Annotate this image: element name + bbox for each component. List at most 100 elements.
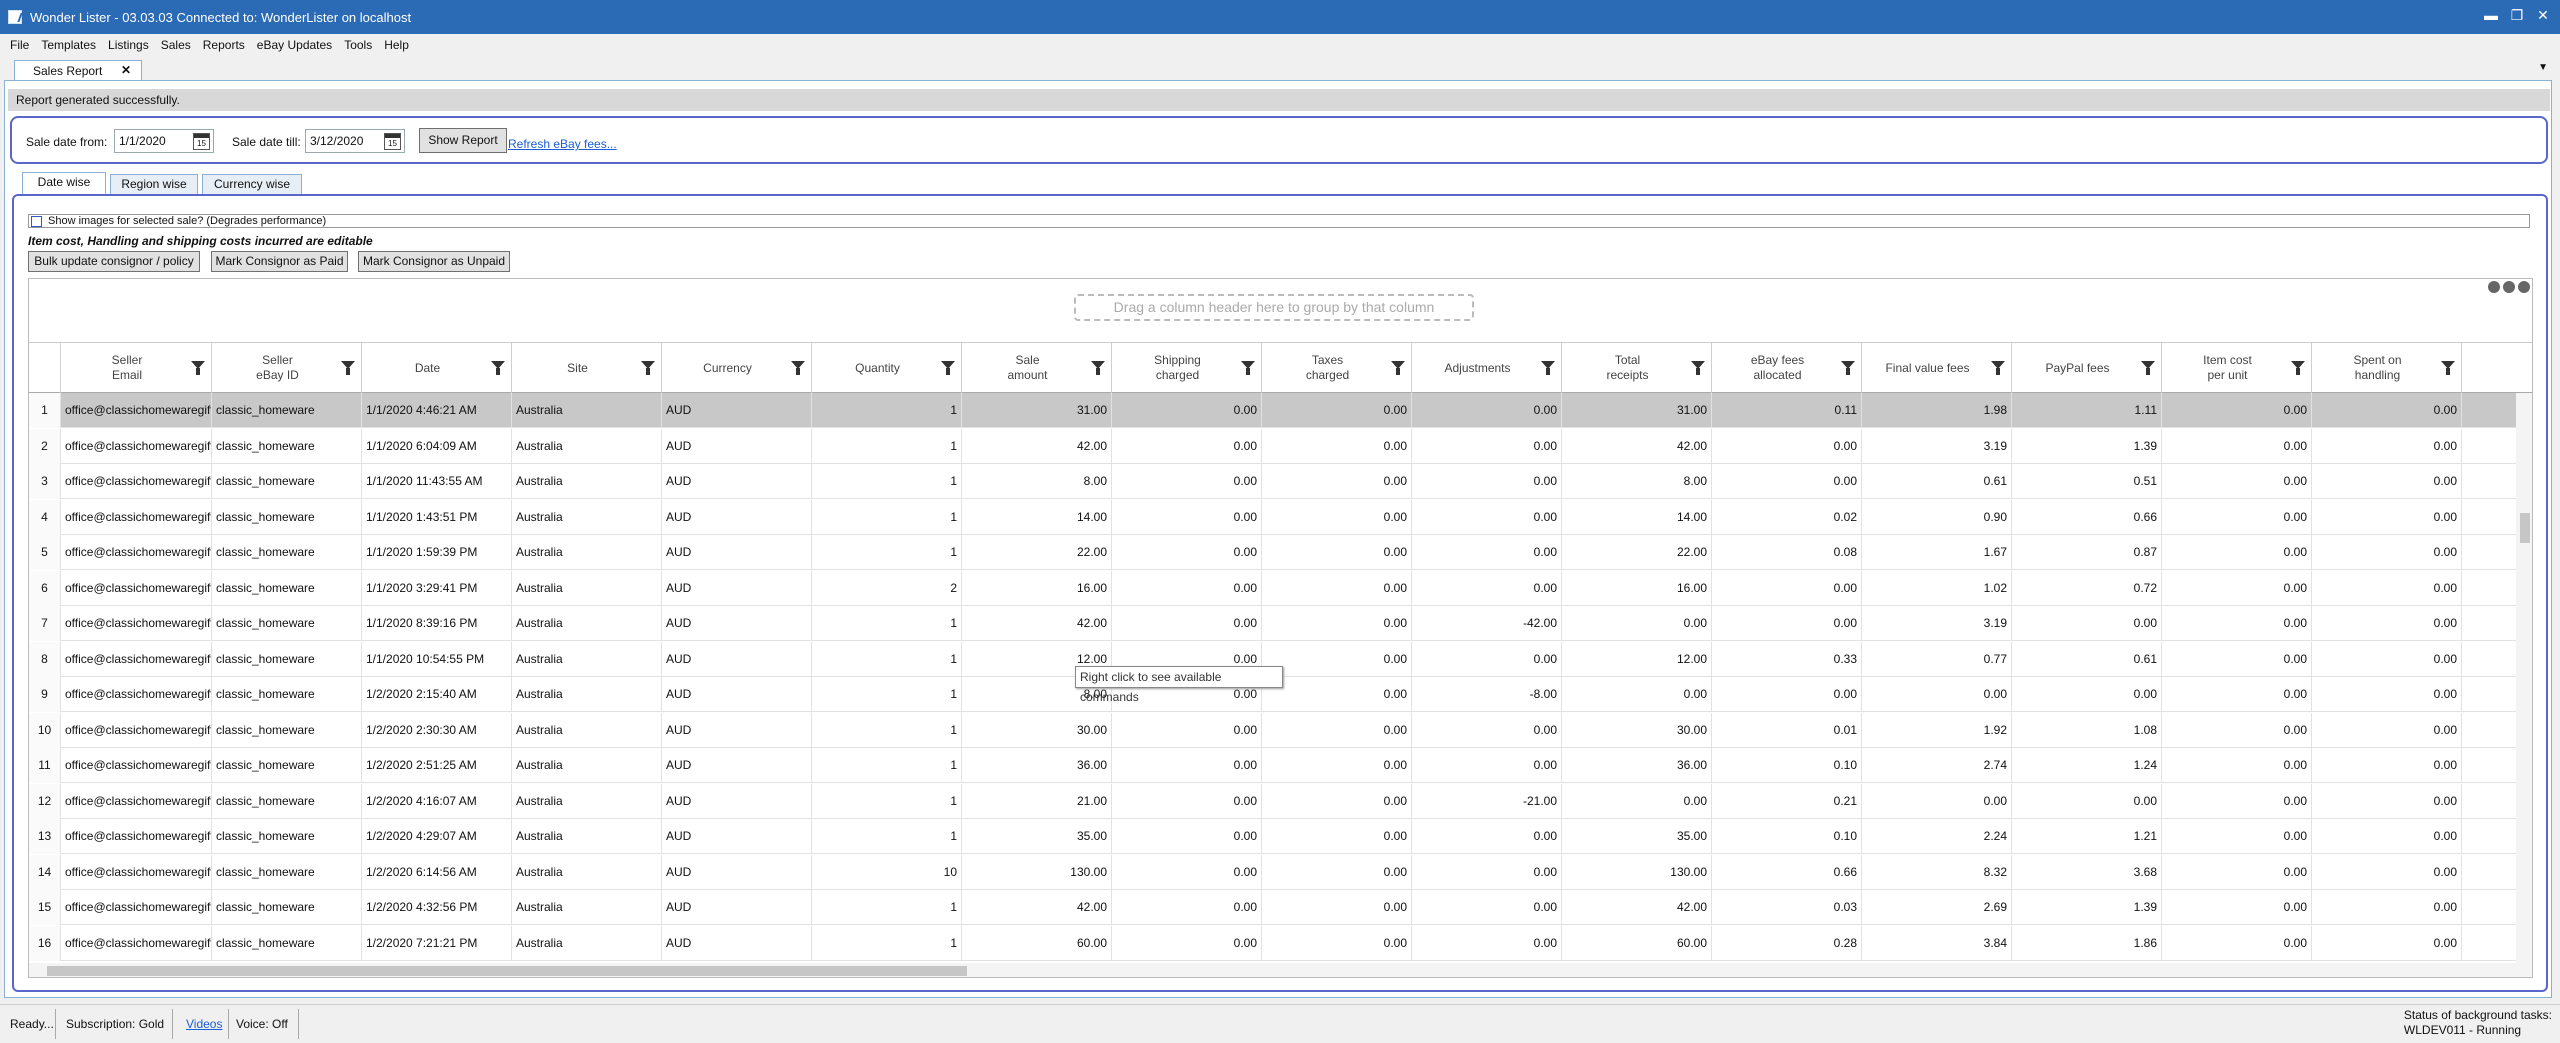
filter-icon[interactable] [941, 361, 955, 375]
cell-item-cost-per-unit[interactable]: 0.00 [2162, 570, 2312, 606]
menu-listings[interactable]: Listings [102, 34, 155, 56]
cell-spent-on-handling[interactable]: 0.00 [2312, 428, 2462, 464]
cell-item-cost-per-unit[interactable]: 0.00 [2162, 464, 2312, 499]
menu-templates[interactable]: Templates [35, 34, 102, 56]
tab-list-dropdown-icon[interactable]: ▼ [2538, 62, 2548, 73]
header-paypal-fees[interactable]: PayPal fees [2012, 343, 2162, 393]
cell-item-cost-per-unit[interactable]: 0.00 [2162, 499, 2312, 535]
header-ebay-fees-allocated[interactable]: eBay fees allocated [1712, 343, 1862, 393]
vertical-scrollbar[interactable] [2516, 393, 2532, 963]
table-row[interactable]: 11 office@classichomewaregift classic_home… [29, 748, 2517, 783]
filter-icon[interactable] [2291, 361, 2305, 375]
calendar-icon[interactable]: 15 [193, 133, 210, 150]
mark-consignor-unpaid-button[interactable]: Mark Consignor as Unpaid [358, 251, 510, 272]
horizontal-scroll-thumb[interactable] [47, 966, 967, 976]
cell-item-cost-per-unit[interactable]: 0.00 [2162, 854, 2312, 890]
show-images-checkbox[interactable] [31, 216, 42, 227]
header-quantity[interactable]: Quantity [812, 343, 962, 393]
horizontal-scrollbar[interactable] [29, 963, 2532, 977]
tab-date-wise[interactable]: Date wise [22, 172, 106, 194]
cell-spent-on-handling[interactable]: 0.00 [2312, 570, 2462, 606]
menu-file[interactable]: File [4, 34, 35, 56]
cell-spent-on-handling[interactable]: 0.00 [2312, 890, 2462, 925]
table-row[interactable]: 4 office@classichomewaregift classic_homew… [29, 499, 2517, 535]
menu-reports[interactable]: Reports [197, 34, 251, 56]
cell-item-cost-per-unit[interactable]: 0.00 [2162, 890, 2312, 925]
show-report-button[interactable]: Show Report [419, 128, 507, 153]
header-spent-on-handling[interactable]: Spent on handling [2312, 343, 2462, 393]
table-row[interactable]: 5 office@classichomewaregift classic_homew… [29, 535, 2517, 570]
filter-icon[interactable] [1691, 361, 1705, 375]
cell-spent-on-handling[interactable]: 0.00 [2312, 499, 2462, 535]
menu-sales[interactable]: Sales [155, 34, 197, 56]
table-row[interactable]: 12 office@classichomewaregift classic_home… [29, 783, 2517, 819]
date-from-field[interactable]: 1/1/2020 15 [114, 129, 214, 153]
restore-icon[interactable]: ❐ [2508, 6, 2526, 24]
header-adjustments[interactable]: Adjustments [1412, 343, 1562, 393]
filter-icon[interactable] [1841, 361, 1855, 375]
table-row[interactable]: 15 office@classichomewaregift classic_home… [29, 890, 2517, 925]
videos-link[interactable]: Videos [186, 1017, 222, 1031]
header-taxes-charged[interactable]: Taxes charged [1262, 343, 1412, 393]
header-final-value-fees[interactable]: Final value fees [1862, 343, 2012, 393]
cell-item-cost-per-unit[interactable]: 0.00 [2162, 677, 2312, 712]
header-seller-ebay-id[interactable]: Seller eBay ID [212, 343, 362, 393]
header-total-receipts[interactable]: Total receipts [1562, 343, 1712, 393]
cell-item-cost-per-unit[interactable]: 0.00 [2162, 925, 2312, 961]
filter-icon[interactable] [1391, 361, 1405, 375]
cell-spent-on-handling[interactable]: 0.00 [2312, 606, 2462, 641]
filter-icon[interactable] [1991, 361, 2005, 375]
tab-currency-wise[interactable]: Currency wise [202, 174, 302, 194]
header-date[interactable]: Date [362, 343, 512, 393]
cell-spent-on-handling[interactable]: 0.00 [2312, 464, 2462, 499]
table-row[interactable]: 3 office@classichomewaregift classic_homew… [29, 464, 2517, 499]
cell-spent-on-handling[interactable]: 0.00 [2312, 677, 2462, 712]
cell-spent-on-handling[interactable]: 0.00 [2312, 393, 2462, 428]
group-by-area[interactable]: Drag a column header here to group by th… [29, 279, 2532, 343]
calendar-icon[interactable]: 15 [384, 133, 401, 150]
date-till-field[interactable]: 3/12/2020 15 [305, 129, 405, 153]
header-seller-email[interactable]: Seller Email [61, 343, 212, 393]
filter-icon[interactable] [341, 361, 355, 375]
table-row[interactable]: 7 office@classichomewaregift classic_homew… [29, 606, 2517, 641]
cell-item-cost-per-unit[interactable]: 0.00 [2162, 819, 2312, 854]
cell-spent-on-handling[interactable]: 0.00 [2312, 925, 2462, 961]
header-shipping-charged[interactable]: Shipping charged [1112, 343, 1262, 393]
table-row[interactable]: 13 office@classichomewaregift classic_home… [29, 819, 2517, 854]
cell-item-cost-per-unit[interactable]: 0.00 [2162, 535, 2312, 570]
mark-consignor-paid-button[interactable]: Mark Consignor as Paid [211, 251, 348, 272]
cell-spent-on-handling[interactable]: 0.00 [2312, 535, 2462, 570]
cell-item-cost-per-unit[interactable]: 0.00 [2162, 641, 2312, 677]
cell-spent-on-handling[interactable]: 0.00 [2312, 641, 2462, 677]
table-row[interactable]: 6 office@classichomewaregift classic_homew… [29, 570, 2517, 606]
tab-sales-report[interactable]: Sales Report ✕ [14, 60, 142, 80]
cell-spent-on-handling[interactable]: 0.00 [2312, 783, 2462, 819]
menu-help[interactable]: Help [378, 34, 415, 56]
header-currency[interactable]: Currency [662, 343, 812, 393]
cell-item-cost-per-unit[interactable]: 0.00 [2162, 783, 2312, 819]
header-site[interactable]: Site [512, 343, 662, 393]
menu-ebay-updates[interactable]: eBay Updates [251, 34, 338, 56]
table-row[interactable]: 14 office@classichomewaregift classic_home… [29, 854, 2517, 890]
close-tab-icon[interactable]: ✕ [121, 63, 131, 77]
cell-item-cost-per-unit[interactable]: 0.00 [2162, 748, 2312, 783]
close-icon[interactable]: ✕ [2534, 6, 2552, 24]
cell-spent-on-handling[interactable]: 0.00 [2312, 819, 2462, 854]
minimize-icon[interactable]: ▬ [2482, 6, 2500, 24]
vertical-scroll-thumb[interactable] [2520, 513, 2530, 543]
filter-icon[interactable] [2441, 361, 2455, 375]
filter-icon[interactable] [191, 361, 205, 375]
filter-icon[interactable] [2141, 361, 2155, 375]
cell-item-cost-per-unit[interactable]: 0.00 [2162, 606, 2312, 641]
cell-item-cost-per-unit[interactable]: 0.00 [2162, 428, 2312, 464]
bulk-update-consignor-button[interactable]: Bulk update consignor / policy [28, 251, 200, 272]
filter-icon[interactable] [1091, 361, 1105, 375]
refresh-ebay-fees-link[interactable]: Refresh eBay fees... [508, 137, 617, 151]
cell-spent-on-handling[interactable]: 0.00 [2312, 748, 2462, 783]
filter-icon[interactable] [1241, 361, 1255, 375]
table-row[interactable]: 1 office@classichomewaregift classic_homew… [29, 393, 2517, 428]
cell-spent-on-handling[interactable]: 0.00 [2312, 854, 2462, 890]
table-row[interactable]: 10 office@classichomewaregift classic_home… [29, 712, 2517, 748]
filter-icon[interactable] [791, 361, 805, 375]
header-item-cost-per-unit[interactable]: Item cost per unit [2162, 343, 2312, 393]
